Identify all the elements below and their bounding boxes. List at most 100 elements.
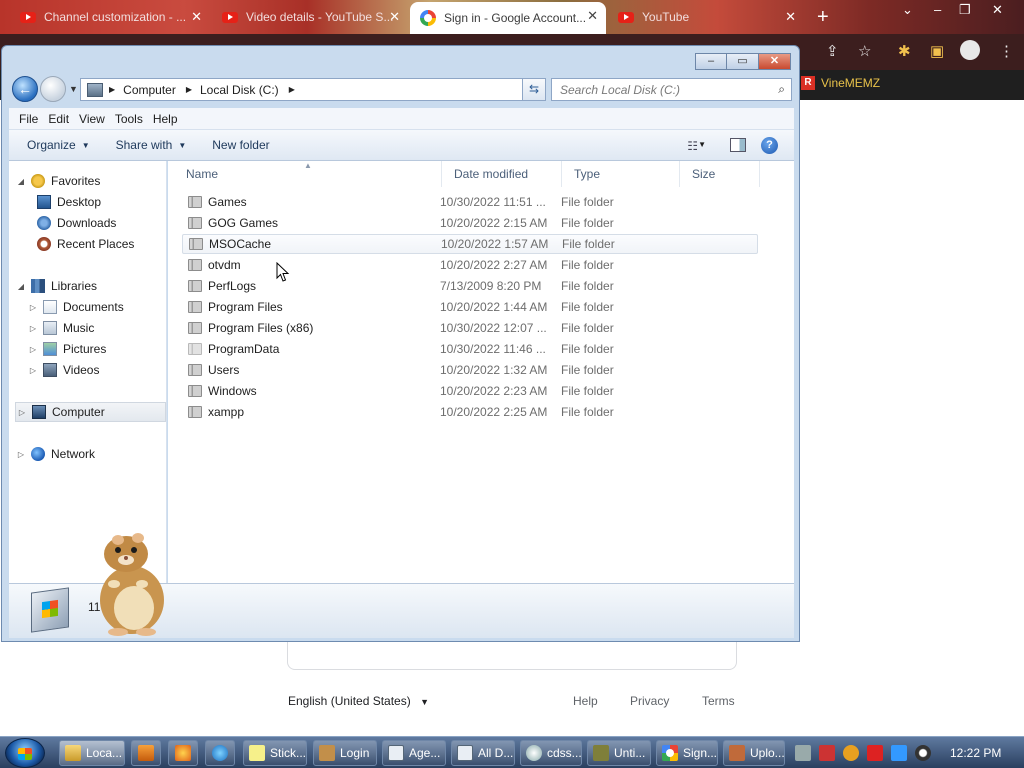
expand-icon[interactable]: ▷ [27,324,39,333]
maximize-button[interactable]: ▭ [727,53,759,70]
organize-button[interactable]: Organize ▼ [27,138,90,152]
tray-monitor-icon[interactable] [891,745,907,761]
column-header-date-modified[interactable]: Date modified [442,161,562,187]
nav-item-downloads[interactable]: Downloads [33,213,116,233]
breadcrumb-local-disk[interactable]: Local Disk (C:) [200,83,279,97]
tray-search-icon[interactable] [843,745,859,761]
share-with-button[interactable]: Share with ▼ [116,138,187,152]
file-row-games[interactable]: Games 10/30/2022 11:51 ... File folder [182,192,758,212]
taskbar-item-sticky-notes[interactable]: Stick... [243,740,307,766]
menu-help[interactable]: Help [153,112,178,126]
nav-item-music[interactable]: ▷ Music [27,318,94,338]
nav-item-pictures[interactable]: ▷ Pictures [27,339,106,359]
nav-item-libraries[interactable]: ◢ Libraries [15,276,97,296]
profile-avatar[interactable] [960,40,980,60]
taskbar-item-upload[interactable]: Uplo... [723,740,785,766]
file-row-xampp[interactable]: xampp 10/20/2022 2:25 AM File folder [182,402,758,422]
nav-item-computer[interactable]: ▷ Computer [15,402,166,422]
breadcrumb-arrow-icon[interactable]: ▶ [186,85,192,94]
hamster-sprite[interactable] [88,532,172,636]
close-tab-icon[interactable]: ✕ [389,9,400,25]
nav-item-videos[interactable]: ▷ Videos [27,360,99,380]
minimize-button[interactable]: – [695,53,727,70]
tray-antivirus-icon[interactable] [819,745,835,761]
start-button[interactable] [5,738,45,768]
help-link[interactable]: Help [573,694,598,708]
close-window-icon[interactable]: ✕ [992,2,1003,18]
nav-item-documents[interactable]: ▷ Documents [27,297,124,317]
breadcrumb-computer[interactable]: Computer [123,83,176,97]
preview-pane-icon[interactable] [730,138,746,152]
tab-video-details[interactable]: Video details - YouTube S... ✕ [212,3,408,31]
tab-youtube[interactable]: YouTube ✕ [608,3,804,31]
language-selector[interactable]: English (United States) ▼ [288,694,429,708]
change-view-icon[interactable]: ☷ [687,139,698,153]
close-tab-icon[interactable]: ✕ [191,9,202,25]
nav-item-favorites[interactable]: ◢ Favorites [15,171,100,191]
more-menu-icon[interactable]: ⋮ [999,42,1014,60]
taskbar-pinned-app[interactable] [168,740,198,766]
nav-item-network[interactable]: ▷ Network [15,444,95,464]
expand-icon[interactable]: ▷ [15,450,27,459]
taskbar-pinned-internet-explorer[interactable] [205,740,235,766]
taskbar-pinned-media-player[interactable] [131,740,161,766]
side-panel-icon[interactable]: ▣ [930,42,944,60]
expand-icon[interactable]: ▷ [27,303,39,312]
recent-pages-dropdown-icon[interactable]: ▼ [69,84,78,94]
taskbar-item-untitled[interactable]: Unti... [587,740,651,766]
help-icon[interactable]: ? [761,137,778,154]
bookmark-vinememz[interactable]: R VineMEMZ [801,76,880,90]
menu-tools[interactable]: Tools [115,112,143,126]
column-header-type[interactable]: Type [562,161,680,187]
nav-item-desktop[interactable]: Desktop [33,192,101,212]
file-row-gog-games[interactable]: GOG Games 10/20/2022 2:15 AM File folder [182,213,758,233]
star-icon[interactable]: ☆ [858,42,871,60]
taskbar-item-sign-in-chrome[interactable]: Sign... [656,740,718,766]
tab-sign-in[interactable]: Sign in - Google Account... ✕ [410,2,606,34]
breadcrumb-arrow-icon[interactable]: ▶ [109,85,115,94]
close-tab-icon[interactable]: ✕ [587,8,598,24]
menu-view[interactable]: View [79,112,105,126]
file-row-program-files-x86[interactable]: Program Files (x86) 10/30/2022 12:07 ...… [182,318,758,338]
privacy-link[interactable]: Privacy [630,694,669,708]
taskbar-item-login[interactable]: Login [313,740,377,766]
forward-button[interactable] [40,76,66,102]
file-row-windows[interactable]: Windows 10/20/2022 2:23 AM File folder [182,381,758,401]
taskbar-item-local-disk[interactable]: Loca... [59,740,125,766]
back-button[interactable]: ← [12,76,38,102]
restore-icon[interactable]: ❐ [959,2,971,18]
file-row-programdata[interactable]: ProgramData 10/30/2022 11:46 ... File fo… [182,339,758,359]
chevron-down-icon[interactable]: ⌄ [902,2,913,18]
minimize-icon[interactable]: – [934,2,941,17]
column-header-size[interactable]: Size [680,161,760,187]
search-input[interactable]: Search Local Disk (C:) ⌕ [551,78,792,101]
tray-flag-icon[interactable] [867,745,883,761]
chevron-down-icon[interactable]: ▼ [698,140,706,149]
taskbar-item-cdss[interactable]: cdss... [520,740,582,766]
file-row-otvdm[interactable]: otvdm 10/20/2022 2:27 AM File folder [182,255,758,275]
terms-link[interactable]: Terms [702,694,735,708]
new-folder-button[interactable]: New folder [212,138,269,152]
address-bar[interactable]: ▶ Computer ▶ Local Disk (C:) ▶ ▼ [80,78,546,101]
file-row-users[interactable]: Users 10/20/2022 1:32 AM File folder [182,360,758,380]
tray-network-icon[interactable] [795,745,811,761]
taskbar-item-all-d[interactable]: All D... [451,740,515,766]
expand-icon[interactable]: ▷ [27,366,39,375]
extensions-icon[interactable]: ✱ [898,42,911,60]
expand-collapse-icon[interactable]: ◢ [15,177,27,186]
close-button[interactable]: ✕ [759,53,791,70]
tab-channel-customization[interactable]: Channel customization - ... ✕ [10,3,210,31]
tray-volume-icon[interactable] [915,745,931,761]
taskbar-clock[interactable]: 12:22 PM [950,746,1001,760]
share-icon[interactable]: ⇪ [826,42,839,60]
file-row-perflogs[interactable]: PerfLogs 7/13/2009 8:20 PM File folder [182,276,758,296]
expand-icon[interactable]: ▷ [16,408,28,417]
search-icon[interactable]: ⌕ [778,82,785,97]
refresh-button[interactable]: ⇆ [522,78,546,101]
menu-edit[interactable]: Edit [48,112,69,126]
file-row-program-files[interactable]: Program Files 10/20/2022 1:44 AM File fo… [182,297,758,317]
file-row-msocache[interactable]: MSOCache 10/20/2022 1:57 AM File folder [182,234,758,254]
expand-collapse-icon[interactable]: ◢ [15,282,27,291]
breadcrumb-arrow-icon[interactable]: ▶ [289,85,295,94]
menu-file[interactable]: File [19,112,38,126]
